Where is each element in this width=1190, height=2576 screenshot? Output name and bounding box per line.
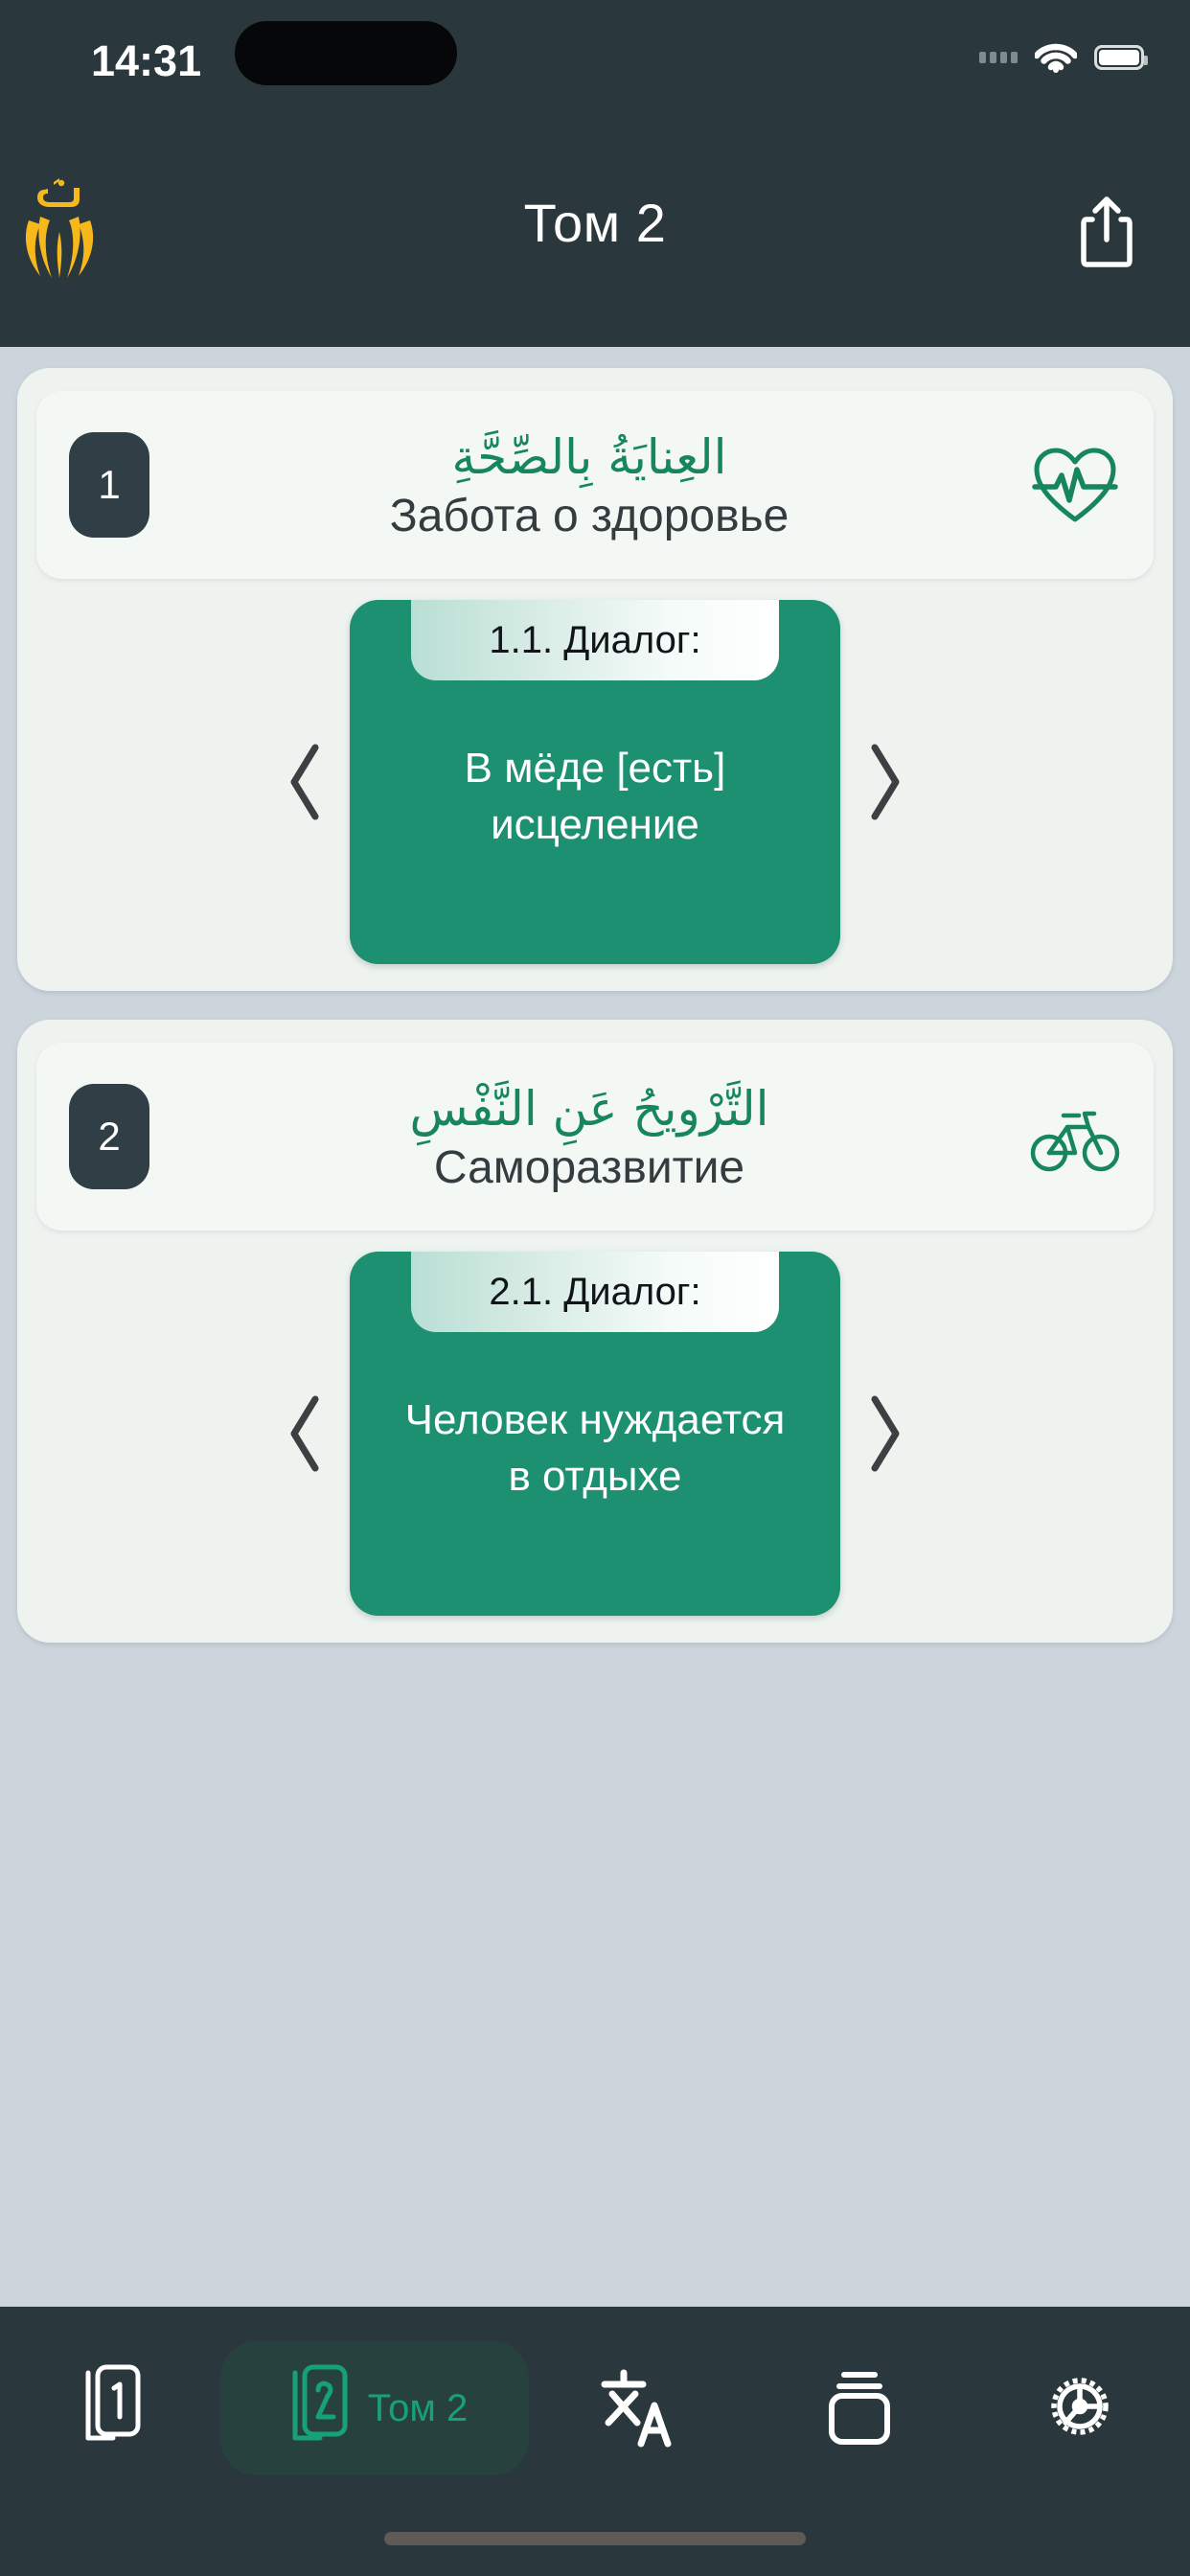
dialog-carousel-1: 1.1. Диалог: В мёде [есть] исцеление [36, 600, 1154, 964]
section-title-russian: Саморазвитие [433, 1141, 745, 1193]
page-title: Том 2 [523, 193, 667, 253]
status-bar: 14:31 [0, 0, 1190, 146]
battery-full-icon [1094, 45, 1148, 70]
share-icon[interactable] [1076, 194, 1137, 270]
book-volume-1-icon [75, 2363, 146, 2454]
book-volume-2-icon [282, 2363, 353, 2454]
dialog-carousel-2: 2.1. Диалог: Человек нуждается в отдыхе [36, 1252, 1154, 1616]
bicycle-icon [1029, 1091, 1121, 1183]
dialog-card-text: В мёде [есть] исцеление [464, 744, 726, 848]
section-title-arabic: التَّرْويحُ عَنِ النَّفْسِ [409, 1081, 769, 1138]
section-header-1[interactable]: 1 العِنايَةُ بِالصِّحَّةِ Забота о здоро… [36, 391, 1154, 579]
dynamic-island [235, 21, 457, 85]
tab-volume-1[interactable] [0, 2341, 220, 2475]
dialog-card-text: Человек нуждается в отдыхе [404, 1395, 786, 1500]
tab-volume-2[interactable]: Том 2 [220, 2341, 529, 2475]
tab-bar-items: Том 2 [0, 2341, 1190, 2475]
section-titles: التَّرْويحُ عَنِ النَّفْسِ Саморазвитие [149, 1079, 1029, 1194]
chevron-left-icon[interactable] [263, 1376, 350, 1491]
home-indicator [384, 2532, 806, 2545]
section-card: 1 العِنايَةُ بِالصِّحَّةِ Забота о здоро… [17, 368, 1173, 991]
section-header-2[interactable]: 2 التَّرْويحُ عَنِ النَّفْسِ Саморазвити… [36, 1043, 1154, 1230]
bottom-tab-bar: Том 2 [0, 2307, 1190, 2576]
gear-settings-icon [1039, 2363, 1121, 2454]
heart-pulse-icon [1029, 439, 1121, 531]
dialog-card[interactable]: 2.1. Диалог: Человек нуждается в отдыхе [350, 1252, 840, 1616]
section-card: 2 التَّرْويحُ عَنِ النَّفْسِ Саморазвити… [17, 1020, 1173, 1643]
section-title-russian: Забота о здоровье [389, 490, 790, 541]
tab-translate[interactable] [529, 2341, 749, 2475]
card-stack-icon [823, 2363, 896, 2454]
chevron-right-icon[interactable] [840, 724, 927, 840]
app-header: Том 2 [0, 146, 1190, 347]
tab-card-stack[interactable] [749, 2341, 970, 2475]
tab-settings[interactable] [970, 2341, 1190, 2475]
status-bar-indicators [979, 36, 1148, 79]
chevron-right-icon[interactable] [840, 1376, 927, 1491]
section-titles: العِنايَةُ بِالصِّحَّةِ Забота о здоровь… [149, 427, 1029, 542]
sections-scroll-area[interactable]: 1 العِنايَةُ بِالصِّحَّةِ Забота о здоро… [0, 347, 1190, 2307]
section-number-badge: 2 [69, 1084, 149, 1189]
section-number-badge: 1 [69, 432, 149, 538]
translate-icon [599, 2363, 679, 2454]
phone-screen: 14:31 Том 2 1 العِنايَةُ بِالصِّحَّةِ За… [0, 0, 1190, 2576]
dialog-card[interactable]: 1.1. Диалог: В мёде [есть] исцеление [350, 600, 840, 964]
wifi-icon [1035, 41, 1077, 74]
dialog-card-tab-label: 1.1. Диалог: [411, 600, 779, 680]
dialog-card-tab-label: 2.1. Диалог: [411, 1252, 779, 1332]
cellular-dots-icon [979, 52, 1018, 63]
tab-volume-2-label: Том 2 [367, 2386, 469, 2429]
section-title-arabic: العِنايَةُ بِالصِّحَّةِ [451, 429, 727, 486]
chevron-left-icon[interactable] [263, 724, 350, 840]
